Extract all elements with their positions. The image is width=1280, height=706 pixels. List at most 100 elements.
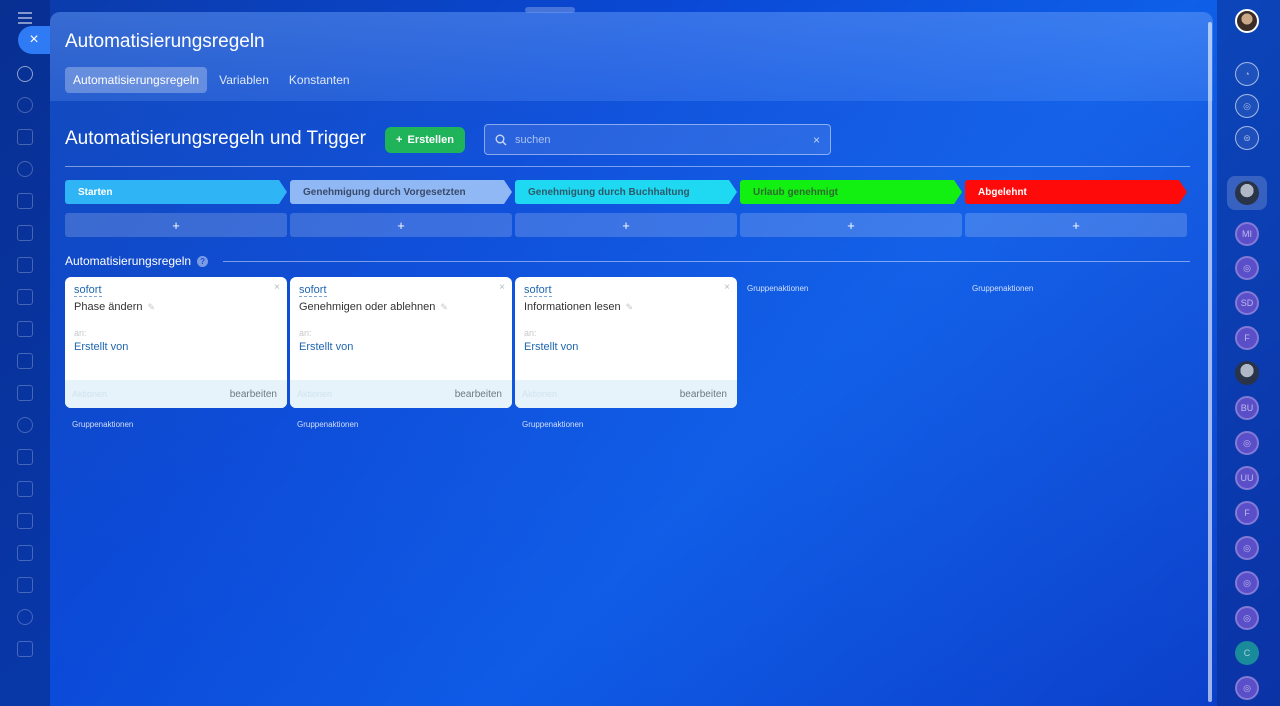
recipient-link[interactable]: Erstellt von (524, 341, 578, 353)
add-rule-button[interactable]: + (740, 213, 962, 237)
chat-search-icon[interactable]: ⊜ (1235, 126, 1259, 150)
contact-avatar-bu[interactable]: BU (1235, 396, 1259, 420)
trigger-link[interactable]: sofort (299, 284, 327, 297)
home-icon[interactable] (17, 66, 33, 82)
file-icon[interactable] (17, 193, 33, 209)
rules-section-label: Automatisierungsregeln ? (65, 254, 209, 268)
actions-label: Aktionen (72, 389, 108, 399)
help-icon[interactable]: ? (197, 255, 209, 267)
cart-icon[interactable] (17, 385, 33, 401)
card-icon[interactable] (17, 545, 33, 561)
tab-constants[interactable]: Konstanten (281, 67, 358, 93)
users-icon[interactable] (17, 161, 33, 177)
bell-icon[interactable]: ◔ (1235, 62, 1259, 86)
close-icon[interactable]: × (724, 282, 730, 293)
add-rule-button[interactable]: + (65, 213, 287, 237)
filter-icon[interactable] (17, 513, 33, 529)
edit-link[interactable]: bearbeiten (680, 389, 727, 400)
contact-avatar-mi[interactable]: MI (1235, 222, 1259, 246)
pencil-icon[interactable]: ✎ (148, 302, 156, 313)
panel-header: Automatisierungsregeln Automatisierungsr… (50, 12, 1213, 101)
stage-abgelehnt[interactable]: Abgelehnt (965, 180, 1187, 204)
group-actions-link[interactable]: Gruppenaktionen (972, 284, 1033, 293)
group-chat-icon[interactable]: ◎ (1235, 676, 1259, 700)
search-box[interactable]: × (484, 124, 831, 155)
contact-avatar-c[interactable]: C (1235, 641, 1259, 665)
trigger-link[interactable]: sofort (74, 284, 102, 297)
target-icon[interactable] (17, 417, 33, 433)
database-icon[interactable] (17, 449, 33, 465)
add-rule-button[interactable]: + (290, 213, 512, 237)
contact-avatar[interactable] (1235, 181, 1259, 205)
sofa-icon[interactable] (17, 577, 33, 593)
signature-icon[interactable] (17, 481, 33, 497)
automation-panel: Automatisierungsregeln Automatisierungsr… (50, 12, 1213, 706)
contact-avatar-photo[interactable] (1235, 361, 1259, 385)
group-actions-link[interactable]: Gruppenaktionen (747, 284, 808, 293)
group-chat-icon[interactable]: ◎ (1235, 571, 1259, 595)
group-actions-link[interactable]: Gruppenaktionen (72, 420, 133, 429)
group-chat-icon[interactable]: ◎ (1235, 256, 1259, 280)
card-footer: Aktionen bearbeiten (515, 380, 737, 408)
stage-genehmigung-vorgesetzten[interactable]: Genehmigung durch Vorgesetzten (290, 180, 512, 204)
scrollbar[interactable] (1208, 22, 1212, 702)
group-actions-link[interactable]: Gruppenaktionen (522, 420, 583, 429)
rule-card[interactable]: sofort × Phase ändern ✎ an: Erstellt von … (65, 277, 287, 408)
recipient-label: an: (524, 328, 537, 338)
user-avatar[interactable] (1235, 9, 1259, 33)
left-rail: × (0, 0, 50, 706)
recipient-label: an: (299, 328, 312, 338)
contact-avatar-f[interactable]: F (1235, 326, 1259, 350)
recipient-link[interactable]: Erstellt von (299, 341, 353, 353)
rule-name-text: Informationen lesen (524, 301, 621, 313)
close-icon[interactable]: × (274, 282, 280, 293)
chat-icon[interactable] (17, 321, 33, 337)
edit-link[interactable]: bearbeiten (230, 389, 277, 400)
clear-search-icon[interactable]: × (813, 133, 820, 147)
page-title: Automatisierungsregeln und Trigger (65, 128, 367, 149)
copilot-icon[interactable]: ◎ (1235, 94, 1259, 118)
grid-icon[interactable] (17, 641, 33, 657)
tab-automation-rules[interactable]: Automatisierungsregeln (65, 67, 208, 93)
card-footer: Aktionen bearbeiten (290, 380, 512, 408)
tab-variables[interactable]: Variablen (211, 67, 277, 93)
add-rule-button[interactable]: + (965, 213, 1187, 237)
drive-icon[interactable] (17, 225, 33, 241)
recipient-link[interactable]: Erstellt von (74, 341, 128, 353)
stage-urlaub-genehmigt[interactable]: Urlaub genehmigt (740, 180, 962, 204)
pencil-icon[interactable]: ✎ (626, 302, 634, 313)
search-input[interactable] (515, 133, 805, 146)
pencil-icon[interactable]: ✎ (440, 302, 448, 313)
plus-icon: + (396, 134, 403, 146)
contact-avatar-f2[interactable]: F (1235, 501, 1259, 525)
group-chat-icon[interactable]: ◎ (1235, 606, 1259, 630)
rule-card[interactable]: sofort × Genehmigen oder ablehnen ✎ an: E… (290, 277, 512, 408)
tab-bar: Automatisierungsregeln Variablen Konstan… (65, 67, 358, 93)
chart-icon[interactable] (17, 353, 33, 369)
checkbox-icon[interactable] (17, 289, 33, 305)
monitor-icon[interactable] (17, 257, 33, 273)
clock-icon[interactable] (17, 609, 33, 625)
create-button[interactable]: + Erstellen (385, 127, 465, 153)
rule-card[interactable]: sofort × Informationen lesen ✎ an: Erstel… (515, 277, 737, 408)
rule-name: Informationen lesen ✎ (524, 301, 633, 313)
contact-avatar-sd[interactable]: SD (1235, 291, 1259, 315)
menu-icon[interactable] (18, 12, 32, 27)
group-chat-icon[interactable]: ◎ (1235, 536, 1259, 560)
trigger-link[interactable]: sofort (524, 284, 552, 297)
create-button-label: Erstellen (407, 134, 454, 146)
stage-starten[interactable]: Starten (65, 180, 287, 204)
close-icon[interactable]: × (499, 282, 505, 293)
close-panel-button[interactable]: × (18, 26, 50, 54)
stage-genehmigung-buchhaltung[interactable]: Genehmigung durch Buchhaltung (515, 180, 737, 204)
add-rule-button[interactable]: + (515, 213, 737, 237)
contact-avatar-uu[interactable]: UU (1235, 466, 1259, 490)
document-icon[interactable] (17, 129, 33, 145)
group-chat-icon[interactable]: ◎ (1235, 431, 1259, 455)
panel-title: Automatisierungsregeln (65, 31, 265, 52)
right-rail: ◔ ◎ ⊜ MI ◎ SD F BU ◎ UU F ◎ ◎ ◎ C ◎ (1217, 0, 1280, 706)
group-actions-link[interactable]: Gruppenaktionen (297, 420, 358, 429)
activity-icon[interactable] (17, 97, 33, 113)
edit-link[interactable]: bearbeiten (455, 389, 502, 400)
actions-label: Aktionen (297, 389, 333, 399)
